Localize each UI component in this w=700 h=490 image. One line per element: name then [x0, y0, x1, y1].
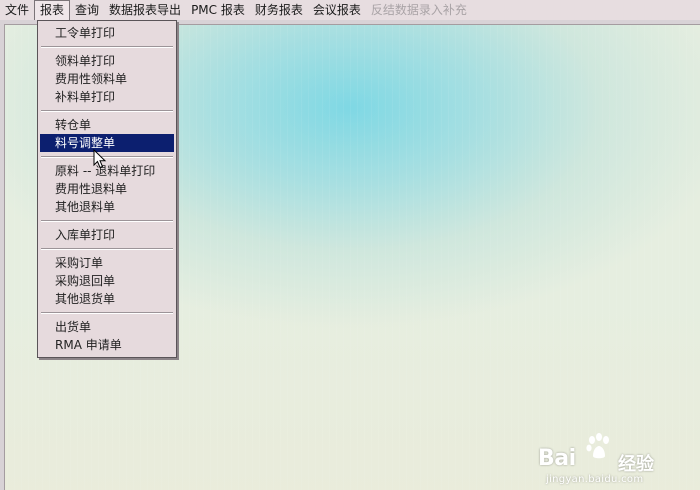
menu-item-warehouse-transfer[interactable]: 转仓单	[40, 116, 174, 134]
menu-item-other-goods-return[interactable]: 其他退货单	[40, 290, 174, 308]
menu-separator	[41, 248, 173, 250]
menu-item-part-number-adjustment[interactable]: 料号调整单	[40, 134, 174, 152]
menu-item-purchase-order[interactable]: 采购订单	[40, 254, 174, 272]
menu-item-rma-request[interactable]: RMA 申请单	[40, 336, 174, 354]
menu-reports[interactable]: 报表	[34, 0, 71, 20]
menu-query[interactable]: 查询	[70, 0, 104, 20]
menu-meeting-reports[interactable]: 会议报表	[308, 0, 366, 20]
baidu-logo-text-left: Bai	[538, 446, 576, 471]
baidu-logo-text: Bai	[538, 446, 598, 471]
menu-item-expense-requisition[interactable]: 费用性领料单	[40, 70, 174, 88]
menu-item-purchase-return[interactable]: 采购退回单	[40, 272, 174, 290]
menu-finance-reports[interactable]: 财务报表	[250, 0, 308, 20]
mouse-cursor-icon	[93, 149, 107, 169]
menu-item-expense-return[interactable]: 费用性退料单	[40, 180, 174, 198]
menu-file[interactable]: 文件	[0, 0, 34, 20]
menu-data-export[interactable]: 数据报表导出	[104, 0, 186, 20]
menu-item-material-requisition-print[interactable]: 领料单打印	[40, 52, 174, 70]
watermark-url: jingyan.baidu.com	[546, 474, 644, 485]
menu-item-work-order-print[interactable]: 工令单打印	[40, 24, 174, 42]
reports-dropdown-menu: 工令单打印 领料单打印 费用性领料单 补料单打印 转仓单 料号调整单 原料 --…	[37, 20, 177, 358]
menu-item-shipping-order[interactable]: 出货单	[40, 318, 174, 336]
menu-item-material-return-print[interactable]: 原料 -- 退料单打印	[40, 162, 174, 180]
menu-separator	[41, 110, 173, 112]
menu-bar: 文件 报表 查询 数据报表导出 PMC 报表 财务报表 会议报表 反结数据录入补…	[0, 0, 700, 21]
menu-data-entry-supplement: 反结数据录入补充	[370, 3, 467, 17]
menu-separator	[41, 220, 173, 222]
menu-pmc-reports[interactable]: PMC 报表	[186, 0, 250, 20]
menu-separator	[41, 312, 173, 314]
baidu-jingyan-watermark: Bai 经验 jingyan.baidu.com	[538, 432, 688, 488]
menu-item-stock-in-print[interactable]: 入库单打印	[40, 226, 174, 244]
menu-item-other-return[interactable]: 其他退料单	[40, 198, 174, 216]
window-frame-left	[0, 20, 5, 490]
menu-item-supplement-print[interactable]: 补料单打印	[40, 88, 174, 106]
menu-separator	[41, 156, 173, 158]
menu-separator	[41, 46, 173, 48]
jingyan-text: 经验	[618, 454, 654, 475]
